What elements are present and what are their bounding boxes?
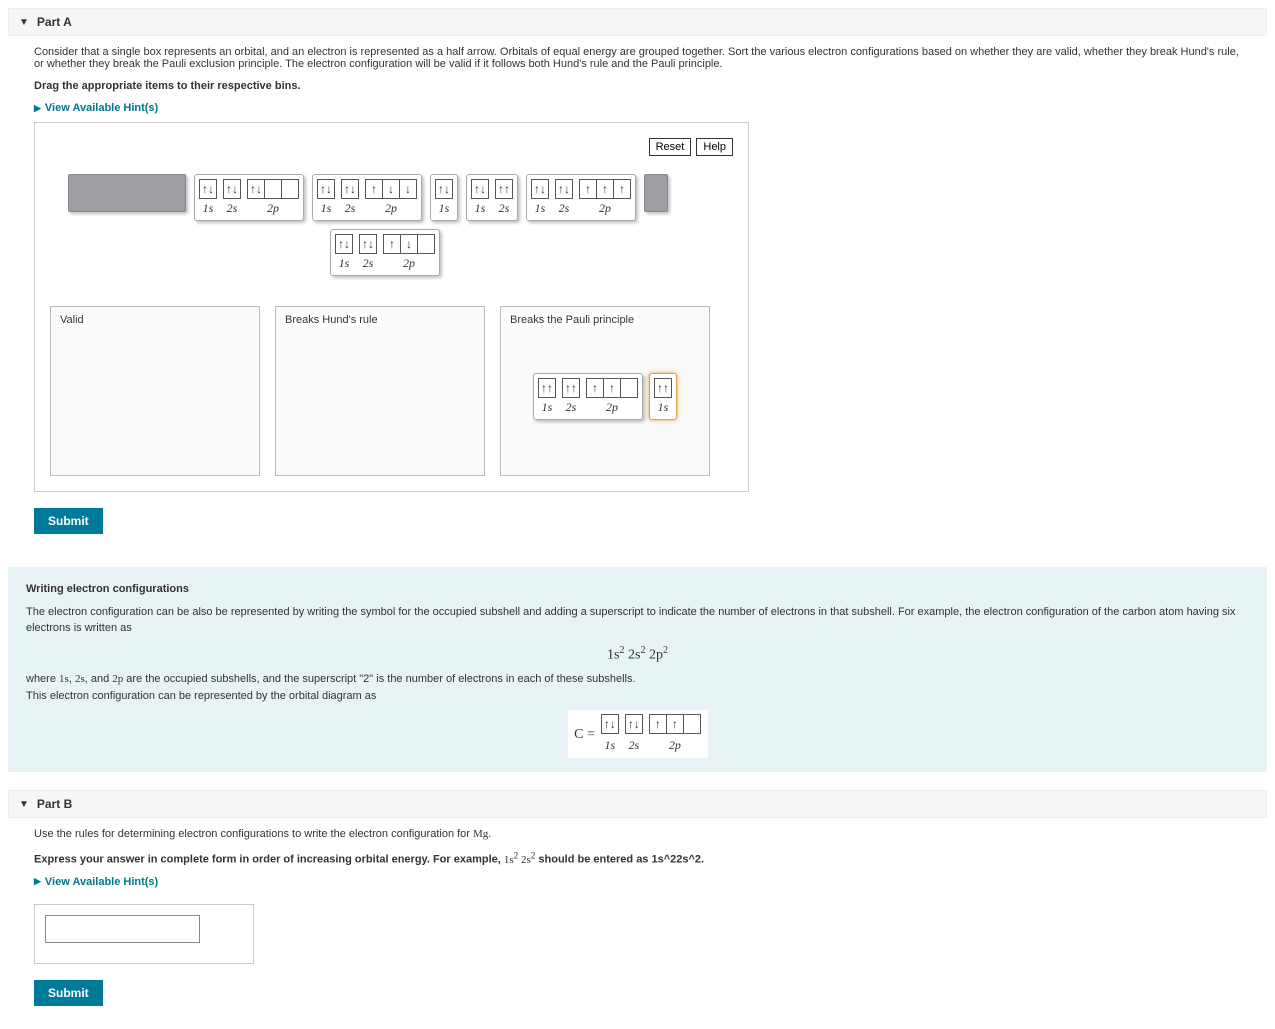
info-panel: Writing electron configurations The elec…	[8, 567, 1267, 772]
info-p1: The electron configuration can be also b…	[26, 604, 1249, 637]
pool-spacer[interactable]	[68, 174, 186, 212]
part-a-header[interactable]: ▼ Part A	[8, 8, 1267, 36]
part-a-instruction: Drag the appropriate items to their resp…	[34, 80, 1241, 92]
caret-down-icon: ▼	[19, 17, 29, 28]
help-button[interactable]: Help	[696, 138, 733, 156]
part-a-prompt: Consider that a single box represents an…	[34, 46, 1241, 70]
bin-pauli[interactable]: Breaks the Pauli principle ↑↑1s↑↑2s↑↑2p↑…	[500, 306, 710, 476]
info-title: Writing electron configurations	[26, 581, 1249, 598]
part-a-workspace: Reset Help ↑↓1s↑↓2s↑↓2p↑↓1s↑↓2s↑↓↓2p↑↓1s…	[34, 122, 749, 492]
orbital-config-item[interactable]: ↑↓1s	[430, 174, 458, 221]
info-p3: This electron configuration can be repre…	[26, 688, 1249, 705]
part-a-hint-toggle[interactable]: ▶ View Available Hint(s)	[34, 102, 158, 114]
part-b-title: Part B	[37, 797, 72, 811]
carbon-diagram: C = ↑↓1s↑↓2s↑↑2p	[568, 710, 708, 758]
orbital-config-item[interactable]: ↑↓1s↑↓2s↑↑↑2p	[526, 174, 636, 221]
part-b-header[interactable]: ▼ Part B	[8, 790, 1267, 818]
orbital-config-item[interactable]: ↑↓1s↑↓2s↑↓↓2p	[312, 174, 422, 221]
part-b-content: Use the rules for determining electron c…	[8, 828, 1267, 1021]
answer-box	[34, 904, 254, 964]
orbital-config-item[interactable]: ↑↓1s↑↑2s	[466, 174, 518, 221]
bin-hund-label: Breaks Hund's rule	[282, 313, 381, 327]
caret-right-icon: ▶	[34, 876, 41, 887]
part-b-submit-button[interactable]: Submit	[34, 980, 103, 1006]
hint-label: View Available Hint(s)	[45, 102, 158, 114]
caret-right-icon: ▶	[34, 103, 41, 114]
orbital-config-item[interactable]: ↑↑1s	[649, 373, 677, 420]
orbital-config-item[interactable]: ↑↓1s↑↓2s↑↓2p	[194, 174, 304, 221]
part-b-instruction: Express your answer in complete form in …	[34, 850, 1241, 866]
part-b-hint-toggle[interactable]: ▶ View Available Hint(s)	[34, 876, 158, 888]
item-pool-row2: ↑↓1s↑↓2s↑↓2p	[330, 229, 733, 276]
bin-pauli-contents: ↑↑1s↑↑2s↑↑2p↑↑1s	[507, 373, 703, 420]
answer-input[interactable]	[45, 915, 200, 943]
part-a-submit-button[interactable]: Submit	[34, 508, 103, 534]
part-a-title: Part A	[37, 15, 72, 29]
info-p2: where 1s, 2s, and 2p are the occupied su…	[26, 671, 1249, 688]
bin-valid-label: Valid	[57, 313, 87, 327]
reset-button[interactable]: Reset	[649, 138, 692, 156]
carbon-eq-label: C =	[574, 724, 595, 745]
bin-valid[interactable]: Valid	[50, 306, 260, 476]
orbital-config-item[interactable]: ↑↓1s↑↓2s↑↓2p	[330, 229, 440, 276]
bin-pauli-label: Breaks the Pauli principle	[507, 313, 637, 327]
bin-hund[interactable]: Breaks Hund's rule	[275, 306, 485, 476]
workspace-toolbar: Reset Help	[50, 138, 733, 156]
caret-down-icon: ▼	[19, 799, 29, 810]
bins-row: Valid Breaks Hund's rule Breaks the Paul…	[50, 306, 733, 476]
info-equation: 1s2 2s2 2p2	[26, 643, 1249, 666]
item-pool: ↑↓1s↑↓2s↑↓2p↑↓1s↑↓2s↑↓↓2p ↑↓1s ↑↓1s↑↑2s↑↓1…	[68, 174, 733, 221]
hint-label: View Available Hint(s)	[45, 876, 158, 888]
pool-spacer[interactable]	[644, 174, 668, 212]
part-a-content: Consider that a single box represents an…	[8, 46, 1267, 549]
orbital-config-item[interactable]: ↑↑1s↑↑2s↑↑2p	[533, 373, 643, 420]
part-b-prompt: Use the rules for determining electron c…	[34, 828, 1241, 840]
